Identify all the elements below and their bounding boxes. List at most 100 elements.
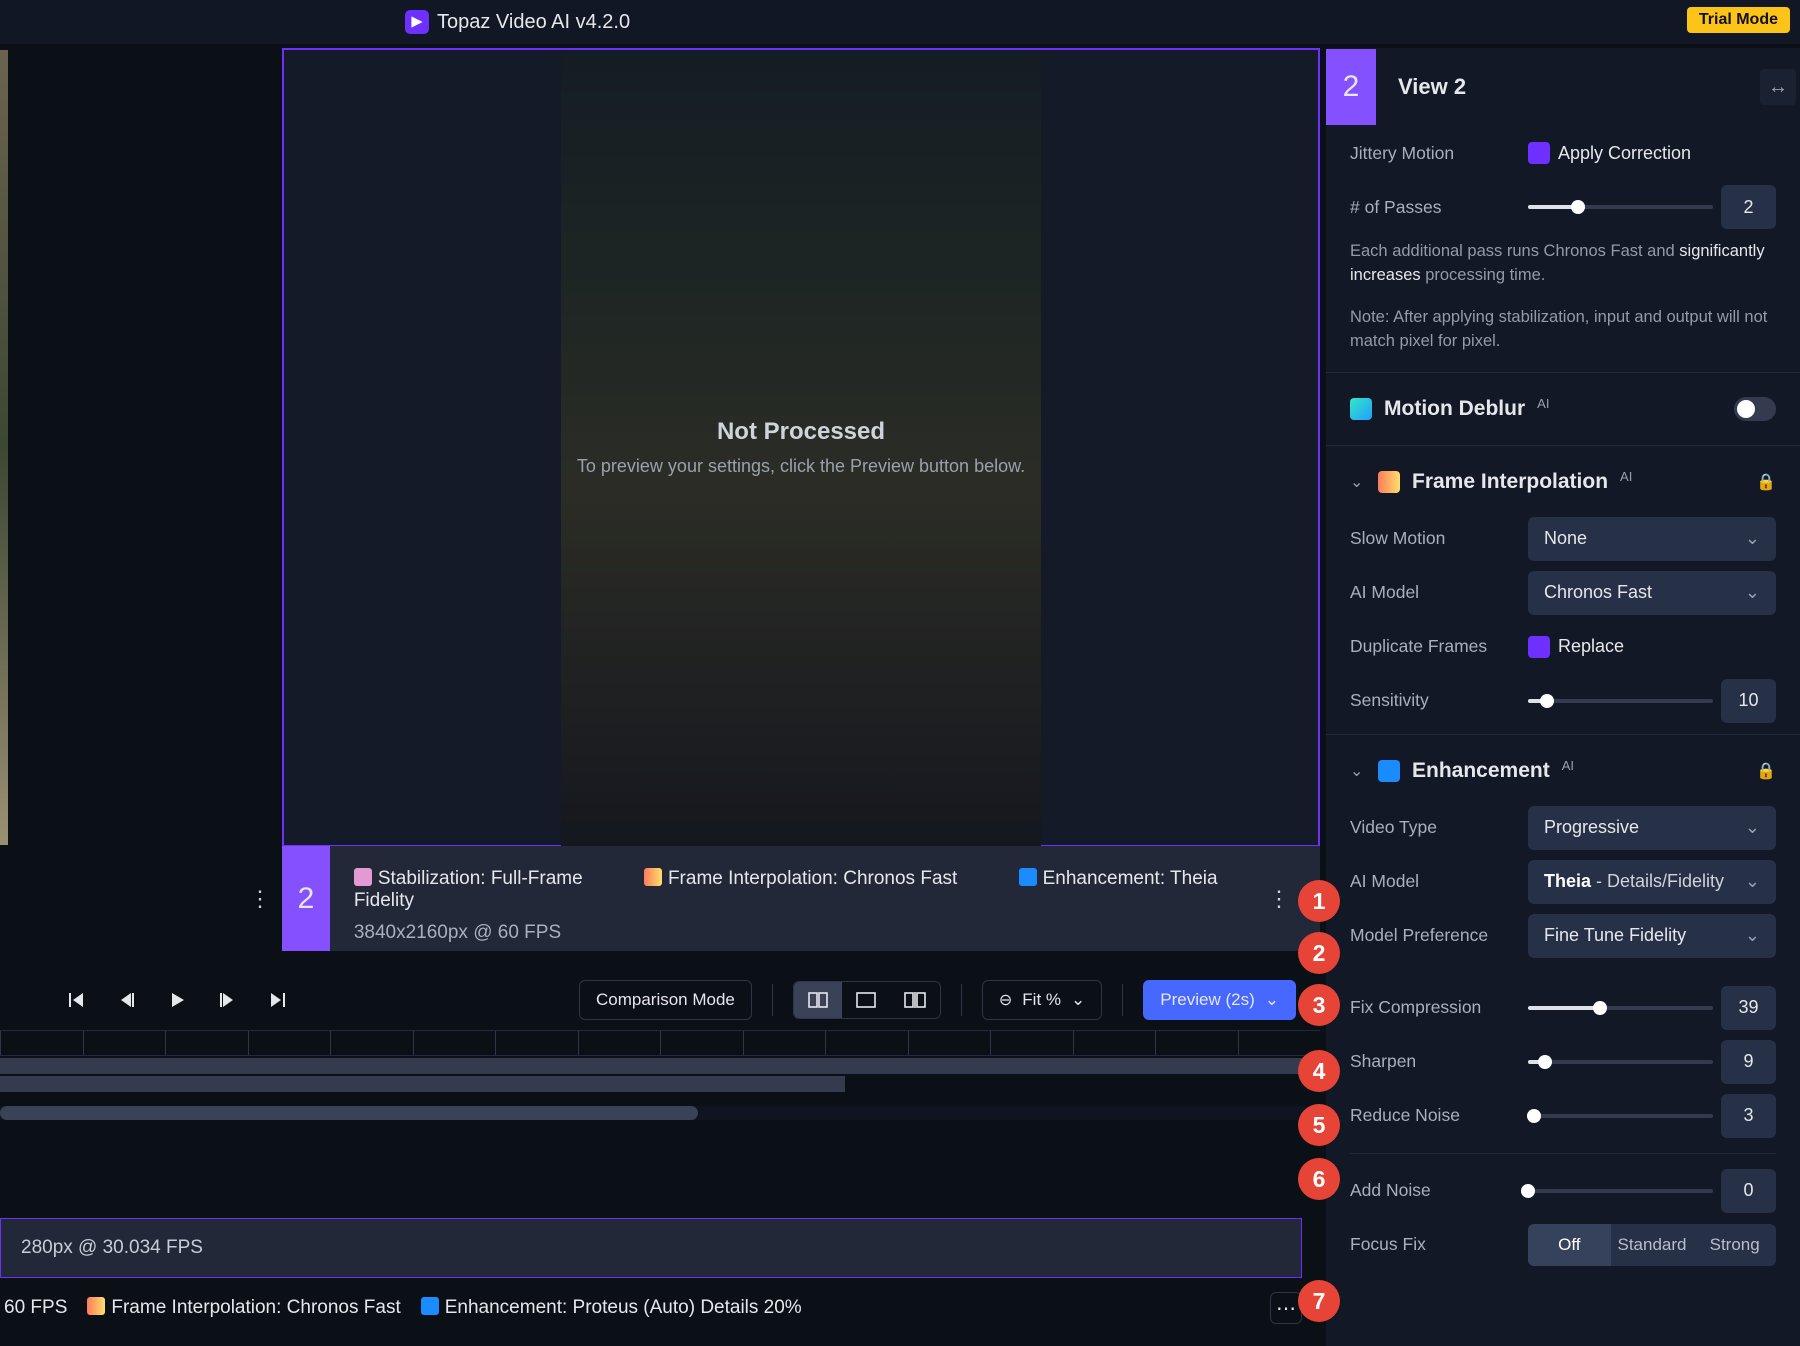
frame-interpolation-section[interactable]: ⌄ Frame Interpolation AI 🔒 [1350,452,1776,512]
divider [772,984,773,1016]
motion-deblur-icon [1350,398,1372,420]
sensitivity-slider[interactable] [1528,699,1713,703]
enh-model-select[interactable]: Theia - Details/Fidelity [1528,860,1776,904]
video-type-select[interactable]: Progressive [1528,806,1776,850]
duplicate-frames-label: Duplicate Frames [1350,636,1510,657]
fi-model-select[interactable]: Chronos Fast [1528,571,1776,615]
passes-slider[interactable] [1528,205,1713,209]
more-button[interactable]: ⋯ [1270,1292,1302,1324]
panel-header: 2 View 2 ↔ [1326,48,1800,126]
timeline-ruler[interactable] [0,1030,1320,1056]
clip-menu-left[interactable]: ⋮ [249,886,271,912]
model-preference-select[interactable]: Fine Tune Fidelity [1528,914,1776,958]
clip-resolution-line: 3840x2160px @ 60 FPS [354,922,1296,944]
add-noise-label: Add Noise [1350,1180,1510,1201]
reduce-noise-label: Reduce Noise [1350,1105,1510,1126]
clip-menu-right[interactable]: ⋮ [1268,886,1290,912]
focus-fix-strong[interactable]: Strong [1693,1224,1776,1266]
add-noise-slider[interactable] [1528,1189,1713,1193]
annotation-2: 2 [1298,932,1340,974]
not-processed-title: Not Processed [717,418,885,446]
motion-deblur-toggle[interactable] [1734,397,1776,421]
jittery-motion-check-label: Apply Correction [1558,143,1691,164]
slow-motion-label: Slow Motion [1350,528,1510,549]
chevron-down-icon: ⌄ [1265,990,1279,1010]
play-button[interactable] [158,981,196,1019]
reduce-noise-value[interactable]: 3 [1721,1094,1776,1138]
timeline-track-1[interactable] [0,1058,1320,1074]
frame-interpolation-icon [644,868,662,886]
slow-motion-select[interactable]: None [1528,517,1776,561]
panel-resize-icon[interactable]: ↔ [1760,69,1796,105]
view1-peek [0,50,8,845]
enhancement-section[interactable]: ⌄ Enhancement AI 🔒 [1350,741,1776,801]
sensitivity-label: Sensitivity [1350,690,1510,711]
comparison-mode-button[interactable]: Comparison Mode [579,980,752,1020]
fix-compression-label: Fix Compression [1350,997,1510,1018]
clip-card[interactable]: 280px @ 30.034 FPS [0,1218,1302,1278]
annotation-7: 7 [1298,1280,1340,1322]
chevron-down-icon: ⌄ [1071,990,1085,1010]
passes-value[interactable]: 2 [1721,185,1776,229]
layout-ab-icon[interactable] [890,982,940,1018]
go-start-button[interactable] [58,981,96,1019]
view-badge[interactable]: 2 [282,846,330,951]
enhancement-icon [1019,868,1037,886]
stab-note: Note: After applying stabilization, inpu… [1350,306,1776,354]
annotation-3: 3 [1298,984,1340,1026]
timeline-scrollbar[interactable] [0,1106,1320,1120]
clip-status-bar: ⋮ 2 Stabilization: Full-Frame Frame Inte… [282,846,1320,951]
motion-deblur-section[interactable]: Motion Deblur AI [1350,379,1776,439]
panel-view-badge[interactable]: 2 [1326,49,1376,125]
preview-area: Not Processed To preview your settings, … [282,48,1320,847]
focus-fix-segment[interactable]: Off Standard Strong [1528,1224,1776,1266]
lock-icon[interactable]: 🔒 [1756,472,1776,492]
layout-segment[interactable] [793,981,941,1019]
divider [1122,984,1123,1016]
go-end-button[interactable] [258,981,296,1019]
step-fwd-button[interactable] [208,981,246,1019]
title-bar: Topaz Video AI v4.2.0 Trial Mode [0,0,1800,44]
timeline-track-2[interactable] [0,1076,845,1092]
zoom-fit-button[interactable]: ⊖ Fit % ⌄ [982,980,1102,1020]
fix-compression-slider[interactable] [1528,1006,1713,1010]
add-noise-value[interactable]: 0 [1721,1169,1776,1213]
layout-split-icon[interactable] [794,982,842,1018]
enhancement-icon [1378,760,1400,782]
timeline-scroll-thumb[interactable] [0,1106,698,1120]
panel-title: View 2 [1398,74,1466,100]
app-title: Topaz Video AI v4.2.0 [437,11,630,34]
preview-overlay: Not Processed To preview your settings, … [284,50,1318,845]
clip-filters-line: Stabilization: Full-Frame Frame Interpol… [354,868,1296,912]
sharpen-value[interactable]: 9 [1721,1040,1776,1084]
bottom-status-line: 60 FPS Frame Interpolation: Chronos Fast… [0,1292,1302,1324]
lock-icon[interactable]: 🔒 [1756,761,1776,781]
passes-label: # of Passes [1350,197,1510,218]
jittery-motion-checkbox[interactable] [1528,142,1550,164]
preview-button[interactable]: Preview (2s) ⌄ [1143,980,1296,1020]
focus-fix-label: Focus Fix [1350,1234,1510,1255]
divider [961,984,962,1016]
sharpen-slider[interactable] [1528,1060,1713,1064]
chevron-down-icon: ⌄ [1350,761,1366,781]
fi-model-label: AI Model [1350,582,1510,603]
not-processed-hint: To preview your settings, click the Prev… [577,456,1025,477]
fix-compression-value[interactable]: 39 [1721,986,1776,1030]
trial-mode-badge[interactable]: Trial Mode [1687,7,1790,33]
transport-bar: Comparison Mode ⊖ Fit % ⌄ Preview (2s) ⌄ [0,972,1320,1028]
layout-single-icon[interactable] [842,982,890,1018]
annotation-1: 1 [1298,880,1340,922]
focus-fix-standard[interactable]: Standard [1611,1224,1694,1266]
step-back-button[interactable] [108,981,146,1019]
reduce-noise-slider[interactable] [1528,1114,1713,1118]
duplicate-frames-checkbox[interactable] [1528,636,1550,658]
app-logo-icon [405,10,429,34]
model-preference-label: Model Preference [1350,925,1510,946]
chevron-down-icon: ⌄ [1350,472,1366,492]
annotation-4: 4 [1298,1050,1340,1092]
zoom-out-icon: ⊖ [999,990,1012,1010]
stabilization-icon [354,868,372,886]
sensitivity-value[interactable]: 10 [1721,679,1776,723]
focus-fix-off[interactable]: Off [1528,1224,1611,1266]
enh-model-label: AI Model [1350,871,1510,892]
